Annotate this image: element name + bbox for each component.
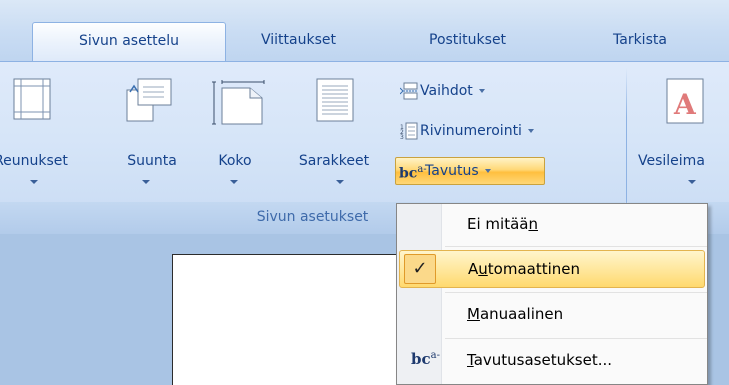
size-label: Koko (218, 153, 252, 169)
orientation-label: Suunta (127, 153, 177, 169)
line-numbers-caret (527, 129, 534, 133)
menu-item-manual[interactable]: Manuaalinen (399, 296, 705, 334)
breaks-button[interactable]: Vaihdot (400, 78, 570, 104)
line-numbers-label: Rivinumerointi (420, 118, 534, 144)
line-numbers-button[interactable]: 1 2 3 Rivinumerointi (400, 118, 620, 144)
margins-button[interactable]: Reunukset (0, 68, 68, 198)
menu-separator (445, 246, 707, 247)
tab-postitukset[interactable]: Postitukset (429, 22, 506, 61)
watermark-label: Vesileima (638, 153, 705, 169)
watermark-button[interactable]: A Vesileima (628, 68, 729, 198)
breaks-icon (400, 82, 418, 100)
watermark-dropdown-arrow (688, 180, 696, 184)
hyphenation-menu: Ei mitään ✓ Automaattinen Manuaalinen bc… (396, 203, 708, 385)
tab-viittaukset[interactable]: Viittaukset (261, 22, 336, 61)
size-dropdown-arrow (230, 180, 238, 184)
size-icon (212, 80, 265, 125)
size-button[interactable]: Koko (208, 68, 268, 198)
columns-icon (316, 78, 354, 122)
menu-item-automatic[interactable]: ✓ Automaattinen (399, 250, 705, 288)
hyphenation-caret (484, 169, 491, 173)
columns-button[interactable]: Sarakkeet (286, 68, 386, 198)
watermark-icon: A (666, 78, 704, 124)
margins-label: Reunukset (0, 153, 68, 169)
columns-dropdown-arrow (336, 180, 344, 184)
margins-icon (13, 78, 51, 120)
menu-separator (445, 292, 707, 293)
checkmark-icon: ✓ (404, 254, 436, 284)
breaks-label: Vaihdot (420, 78, 485, 104)
hyphenation-label: Tavutus (425, 158, 491, 184)
orientation-button[interactable]: Suunta (122, 68, 192, 198)
hyphenation-button[interactable]: bca- Tavutus (395, 157, 545, 185)
orientation-dropdown-arrow (142, 180, 150, 184)
menu-item-manual-label: Manuaalinen (467, 305, 564, 323)
menu-item-automatic-label: Automaattinen (468, 260, 581, 278)
line-numbers-icon: 1 2 3 (400, 122, 418, 140)
svg-text:A: A (673, 88, 697, 121)
breaks-caret (478, 89, 485, 93)
hyphenation-options-icon: bca- (411, 350, 440, 368)
menu-item-hyphenation-options[interactable]: bca- Tavutusasetukset... (399, 342, 705, 380)
columns-label: Sarakkeet (298, 153, 370, 169)
menu-item-none-label: Ei mitään (467, 215, 538, 233)
menu-item-hyphenation-options-label: Tavutusasetukset... (467, 351, 613, 369)
tab-sivun-asettelu[interactable]: Sivun asettelu (32, 22, 226, 61)
orientation-icon (126, 78, 172, 122)
hyphenation-icon: bca- (399, 164, 427, 182)
tab-tarkista[interactable]: Tarkista (613, 22, 667, 61)
ribbon-tab-strip: Sivun asettelu Viittaukset Postitukset T… (0, 0, 729, 61)
menu-separator (445, 338, 707, 339)
menu-item-none[interactable]: Ei mitään (399, 206, 705, 244)
svg-text:3: 3 (400, 134, 404, 140)
margins-dropdown-arrow (30, 180, 38, 184)
